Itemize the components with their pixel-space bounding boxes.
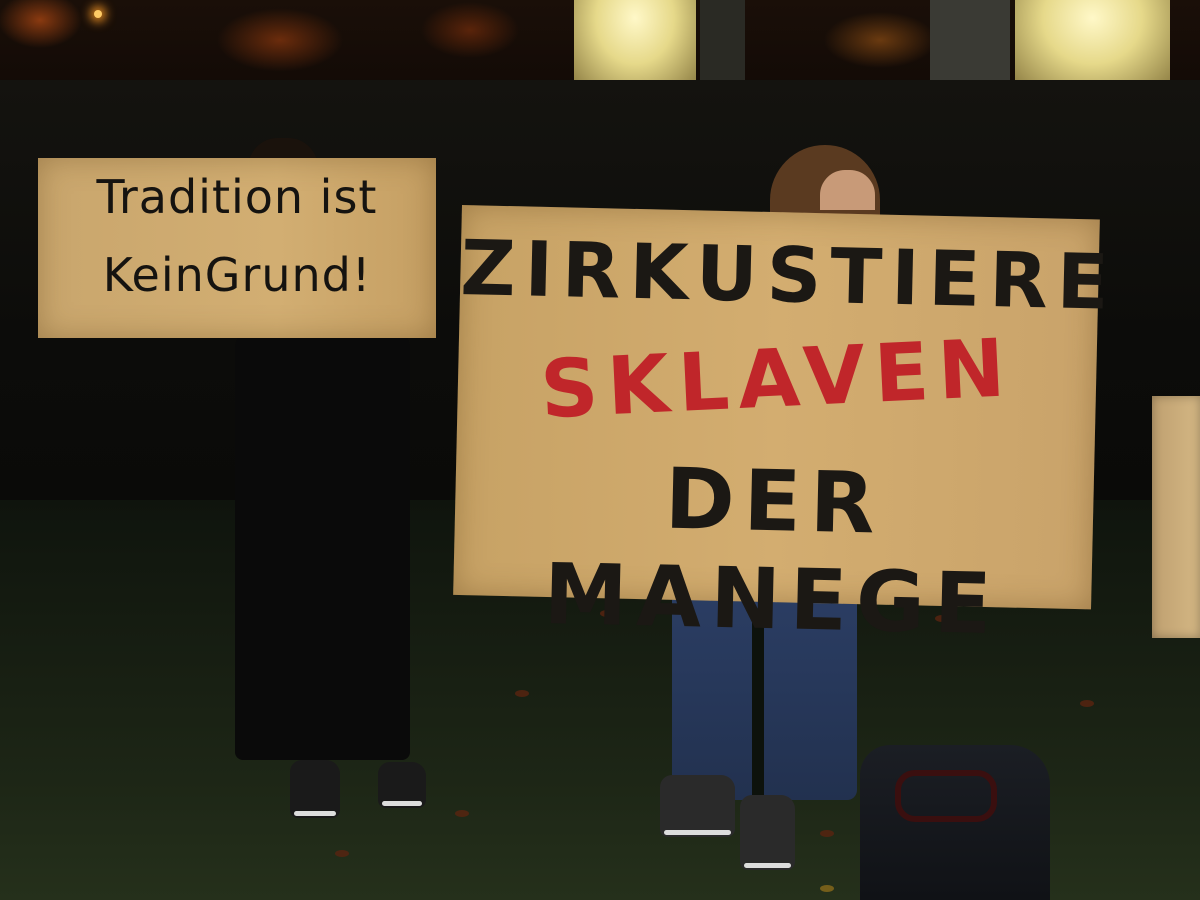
sign-main-line-3: DER MANEGE <box>542 449 1002 654</box>
sign-main-line-2: SKLAVEN <box>538 321 1016 437</box>
sign-main-line-1: ZIRKUSTIERE <box>459 222 1119 327</box>
fallen-leaf <box>455 810 469 817</box>
protester-right-face <box>820 170 875 210</box>
protest-sign-main: ZIRKUSTIERE SKLAVEN DER MANEGE <box>453 205 1119 653</box>
protest-sign-left: Tradition ist KeinGrund! <box>38 158 436 338</box>
sneaker <box>740 795 795 870</box>
fallen-leaf <box>515 690 529 697</box>
sign-left-line-1: Tradition ist <box>96 170 378 224</box>
sign-left-line-2: KeinGrund! <box>102 248 372 302</box>
fallen-leaf <box>1080 700 1094 707</box>
building-facade <box>930 0 1010 90</box>
lit-window <box>1015 0 1170 90</box>
street-lamp <box>94 10 102 18</box>
backpack <box>860 745 1050 900</box>
sneaker <box>378 762 426 808</box>
building-facade <box>700 0 745 90</box>
photo-scene: Tradition ist KeinGrund! ZIRKUSTIERE SKL… <box>0 0 1200 900</box>
protest-sign-partial <box>1152 396 1200 638</box>
sneaker <box>660 775 735 837</box>
fallen-leaf <box>335 850 349 857</box>
sneaker <box>290 760 340 818</box>
backpack-strap <box>895 770 997 822</box>
fallen-leaf <box>820 830 834 837</box>
fallen-leaf <box>820 885 834 892</box>
lit-window <box>574 0 696 90</box>
protester-left <box>235 320 410 760</box>
